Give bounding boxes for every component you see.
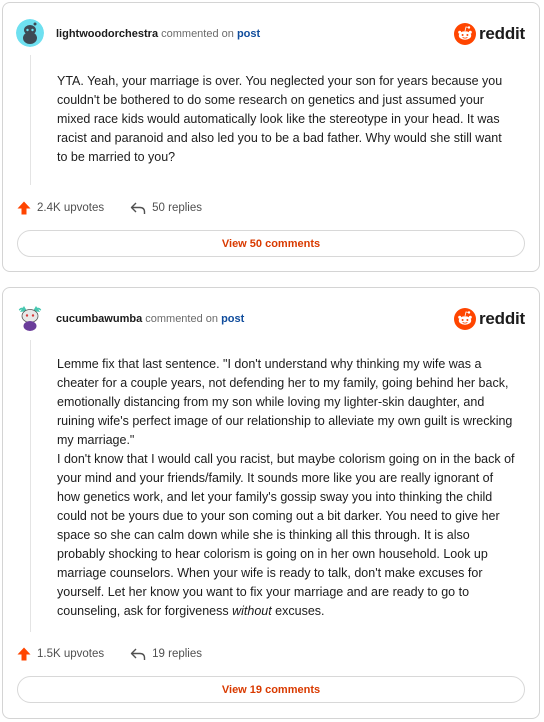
- commented-on-text: commented on: [161, 28, 234, 40]
- username[interactable]: cucumbawumba: [56, 313, 142, 325]
- comment-header: cucumbawumba commented on post reddit: [3, 288, 539, 348]
- upvote-button[interactable]: 1.5K upvotes: [17, 647, 104, 661]
- upvote-button[interactable]: 2.4K upvotes: [17, 201, 104, 215]
- post-link[interactable]: post: [237, 28, 260, 40]
- brand-name: reddit: [478, 24, 525, 43]
- reddit-icon: [453, 308, 476, 330]
- brand-name: reddit: [478, 309, 525, 328]
- username[interactable]: lightwoodorchestra: [56, 28, 158, 40]
- comment-paragraph: Lemme fix that last sentence. "I don't u…: [57, 357, 513, 447]
- avatar[interactable]: [16, 304, 44, 332]
- comment-meta: cucumbawumba commented on post: [56, 312, 244, 326]
- comment-paragraph: I don't know that I would call you racis…: [57, 452, 515, 618]
- post-link[interactable]: post: [221, 313, 244, 325]
- upvote-arrow-icon: [17, 201, 31, 215]
- replies-count: 19 replies: [152, 648, 203, 660]
- comment-body: YTA. Yeah, your marriage is over. You ne…: [57, 72, 515, 167]
- view-comments-button[interactable]: View 19 comments: [17, 676, 525, 703]
- upvote-count: 2.4K upvotes: [37, 202, 105, 214]
- comment-actions: 1.5K upvotes 19 replies: [17, 644, 228, 664]
- thread-line: [30, 340, 31, 632]
- comment-paragraph: YTA. Yeah, your marriage is over. You ne…: [57, 74, 503, 164]
- upvote-count: 1.5K upvotes: [37, 648, 105, 660]
- reddit-logo[interactable]: reddit: [453, 308, 525, 330]
- reddit-icon: [453, 23, 476, 45]
- comment-meta: lightwoodorchestra commented on post: [56, 27, 260, 41]
- replies-button[interactable]: 50 replies: [130, 202, 202, 215]
- comment-card: cucumbawumba commented on post reddit Le…: [2, 287, 540, 719]
- emphasis-text: without: [232, 604, 272, 618]
- view-comments-button[interactable]: View 50 comments: [17, 230, 525, 257]
- replies-count: 50 replies: [152, 202, 203, 214]
- comment-header: lightwoodorchestra commented on post red…: [3, 3, 539, 63]
- comment-body: Lemme fix that last sentence. "I don't u…: [57, 355, 515, 621]
- avatar[interactable]: [16, 19, 44, 47]
- replies-button[interactable]: 19 replies: [130, 648, 202, 661]
- comment-card: lightwoodorchestra commented on post red…: [2, 2, 540, 272]
- reply-arrow-icon: [130, 648, 146, 660]
- upvote-arrow-icon: [17, 647, 31, 661]
- commented-on-text: commented on: [145, 313, 219, 325]
- reply-arrow-icon: [130, 202, 146, 214]
- comment-actions: 2.4K upvotes 50 replies: [17, 198, 228, 218]
- thread-line: [30, 55, 31, 185]
- reddit-logo[interactable]: reddit: [453, 23, 525, 45]
